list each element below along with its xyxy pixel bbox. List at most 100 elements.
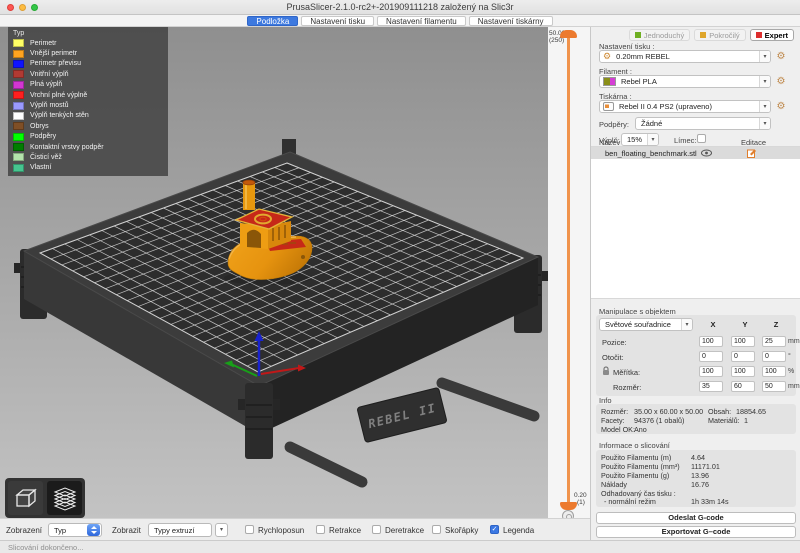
edit-print-settings-gear[interactable]: ⚙	[775, 50, 787, 63]
send-gcode-button[interactable]: Odeslat G-code	[596, 512, 796, 524]
retractions-checkbox[interactable]	[316, 525, 325, 534]
legend-item: Plná výplň	[13, 80, 163, 90]
color-swatch	[13, 153, 24, 161]
edit-object-icon[interactable]	[747, 148, 756, 160]
travel-checkbox[interactable]	[245, 525, 254, 534]
color-swatch	[13, 133, 24, 141]
supports-combo[interactable]: Žádné ▾	[635, 117, 771, 130]
legend-item: Výplň tenkých stěn	[13, 111, 163, 121]
show-label: Zobrazit	[112, 526, 141, 535]
tab-print-settings[interactable]: Nastavení tisku	[301, 16, 374, 26]
tab-printer-settings[interactable]: Nastavení tiskárny	[469, 16, 553, 26]
shells-checkbox[interactable]	[432, 525, 441, 534]
model-size-value: 35.00 x 60.00 x 50.00	[634, 407, 703, 416]
size-x-input[interactable]	[699, 381, 723, 392]
scale-y-input[interactable]	[731, 366, 755, 377]
coordinate-system-combo[interactable]: Světové souřadnice ▾	[599, 318, 693, 331]
legend-item: Kontaktní vrstvy podpěr	[13, 142, 163, 152]
mode-simple-button[interactable]: Jednoduchý	[629, 29, 690, 41]
show-features-select[interactable]: Typy extruzí	[148, 523, 212, 537]
edit-filament-gear[interactable]: ⚙	[775, 75, 787, 88]
unretractions-checkbox[interactable]	[372, 525, 381, 534]
simple-mode-icon	[635, 32, 641, 38]
lock-icon[interactable]	[602, 366, 610, 378]
position-label: Pozice:	[602, 338, 627, 347]
size-y-input[interactable]	[731, 381, 755, 392]
mode-advanced-button[interactable]: Pokročilý	[694, 29, 745, 41]
legend-item: Obrys	[13, 121, 163, 131]
legend-item: Čisticí věž	[13, 152, 163, 162]
infill-combo[interactable]: 15% ▾	[621, 133, 659, 146]
size-z-input[interactable]	[762, 381, 786, 392]
size-label: Rozměr:	[613, 383, 641, 392]
chevron-down-icon[interactable]: ▾	[759, 118, 770, 129]
legend-item: Vnitřní výplň	[13, 69, 163, 79]
legend-item: Vlastní	[13, 163, 163, 173]
brim-checkbox[interactable]	[697, 134, 706, 143]
printer-icon	[603, 102, 614, 111]
scale-z-input[interactable]	[762, 366, 786, 377]
supports-label: Podpěry:	[599, 120, 629, 129]
chevron-down-icon[interactable]: ▾	[681, 319, 692, 330]
scale-x-input[interactable]	[699, 366, 723, 377]
preview-view-button[interactable]	[47, 481, 82, 515]
object-list-row[interactable]: ben_floating_benchmark.stl	[591, 147, 800, 159]
slicing-info-panel: Použito Filamentu (m) 4.64 Použito Filam…	[596, 450, 796, 507]
chevron-down-icon[interactable]: ▾	[759, 101, 770, 112]
advanced-mode-icon	[700, 32, 706, 38]
print-bed	[14, 139, 548, 482]
filament-combo[interactable]: Rebel PLA ▾	[599, 75, 771, 88]
layer-slider-upper-handle[interactable]	[560, 30, 577, 38]
view-label: Zobrazení	[6, 526, 42, 535]
model-ok-value: Ano	[634, 425, 647, 434]
slider-bottom-layer: (1)	[577, 499, 585, 506]
position-y-input[interactable]	[731, 336, 755, 347]
3d-editor-view-button[interactable]	[8, 481, 43, 515]
color-swatch	[13, 122, 24, 130]
color-swatch	[13, 81, 24, 89]
tab-filament-settings[interactable]: Nastavení filamentu	[377, 16, 466, 26]
preview-bottom-bar: Zobrazení Typ Zobrazit Typy extruzí ▾ Ry…	[0, 518, 590, 540]
mode-expert-button[interactable]: Expert	[750, 29, 794, 41]
layer-slider-lower-handle[interactable]	[560, 502, 577, 510]
axis-y-header: Y	[733, 320, 757, 329]
zoom-window-button[interactable]	[31, 4, 38, 11]
show-features-chevron-button[interactable]: ▾	[215, 523, 228, 537]
color-swatch	[13, 70, 24, 78]
close-window-button[interactable]	[7, 4, 14, 11]
sidebar: Jednoduchý Pokročilý Expert Nastavení ti…	[590, 27, 800, 540]
layer-slider-track[interactable]	[567, 35, 570, 505]
chevron-down-icon[interactable]: ▾	[759, 76, 770, 87]
chevron-down-icon[interactable]: ▾	[647, 134, 658, 145]
layer-slider-strip: 50.00 (250) 0.20 (1)	[548, 27, 590, 518]
color-swatch	[13, 143, 24, 151]
model-materials-value: 1	[744, 416, 748, 425]
slider-bottom-value: 0.20	[574, 492, 587, 499]
filament-g-value: 13.96	[691, 471, 709, 480]
legend-checkbox[interactable]: ✓	[490, 525, 499, 534]
export-gcode-button[interactable]: Exportovat G–code	[596, 526, 796, 538]
rotate-x-input[interactable]	[699, 351, 723, 362]
gear-icon: ⚙	[603, 51, 611, 62]
legend-item: Podpěry	[13, 132, 163, 142]
rotate-z-input[interactable]	[762, 351, 786, 362]
rotate-label: Otočit:	[602, 353, 624, 362]
3d-viewport[interactable]: REBEL II	[0, 27, 548, 518]
mode-selector: Jednoduchý Pokročilý Expert	[629, 29, 794, 41]
printer-combo[interactable]: Rebel II 0.4 PS2 (upraveno) ▾	[599, 100, 771, 113]
position-z-input[interactable]	[762, 336, 786, 347]
print-settings-combo[interactable]: ⚙ 0.20mm REBEL ▾	[599, 50, 771, 63]
tab-plater[interactable]: Podložka	[247, 16, 298, 26]
extrusion-type-legend: Typ Perimetr Vnější perimetr Perimetr př…	[8, 27, 168, 176]
position-x-input[interactable]	[699, 336, 723, 347]
view-mode-toolbar	[5, 478, 85, 518]
layers-icon	[52, 485, 78, 511]
edit-printer-gear[interactable]: ⚙	[775, 100, 787, 113]
chevron-down-icon[interactable]: ▾	[759, 51, 770, 62]
eye-icon[interactable]	[701, 149, 712, 159]
view-type-select[interactable]: Typ	[48, 523, 102, 537]
color-swatch	[13, 112, 24, 120]
minimize-window-button[interactable]	[19, 4, 26, 11]
color-swatch	[13, 39, 24, 47]
rotate-y-input[interactable]	[731, 351, 755, 362]
